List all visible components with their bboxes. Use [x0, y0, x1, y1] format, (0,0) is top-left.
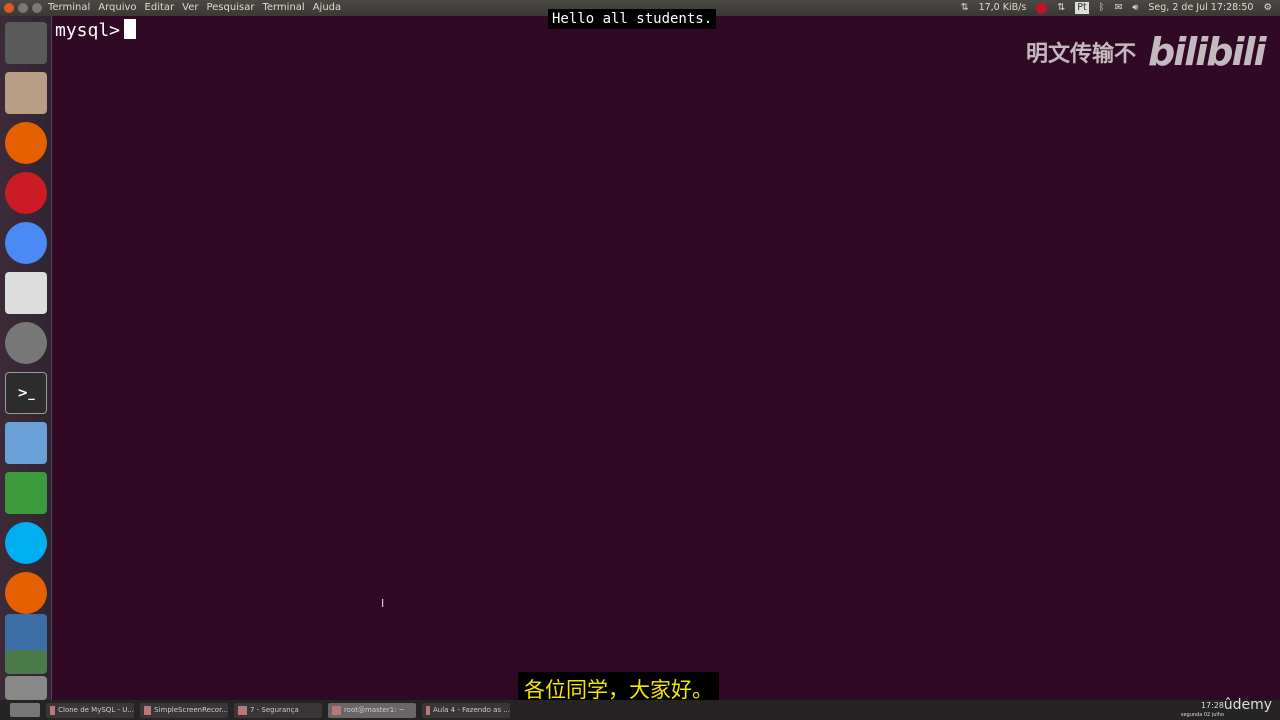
text-cursor [124, 19, 137, 39]
power-icon[interactable]: ⚙ [1263, 0, 1272, 16]
taskbar-item[interactable]: 7 - Segurança [234, 702, 322, 718]
terminal-prompt: mysql> [55, 19, 137, 41]
datetime[interactable]: Seg, 2 de Jul 17:28:50 [1148, 0, 1253, 16]
record-icon[interactable] [1036, 2, 1048, 14]
taskbar-clock: 17:28 segunda 02 julho [1181, 702, 1224, 719]
chrome-icon[interactable] [5, 222, 47, 264]
taskbar-item-label: 7 - Segurança [250, 706, 299, 714]
net-speed: 17,0 KiB/s [978, 2, 1027, 13]
app-icon [238, 705, 247, 715]
menu-editar[interactable]: Editar [145, 0, 175, 16]
clock-time: 17:28 [1200, 701, 1224, 710]
mail-icon[interactable]: ✉ [1114, 0, 1122, 16]
udemy-logo: ûdemy [1223, 697, 1272, 713]
text-editor-icon[interactable] [5, 272, 47, 314]
app-icon [332, 705, 341, 715]
menu-ver[interactable]: Ver [182, 0, 198, 16]
network-icon[interactable]: ⇅ [961, 0, 969, 16]
clock-date: segunda 02 julho [1180, 712, 1224, 718]
taskbar-item-label: Clone de MySQL - U... [58, 706, 134, 714]
watermark-text: 明文传输不 [1026, 42, 1137, 67]
maximize-window-button[interactable] [32, 3, 42, 13]
firefox-2-icon[interactable] [5, 572, 47, 614]
volume-icon[interactable]: 🔊︎ [1132, 0, 1138, 16]
opera-icon[interactable] [5, 172, 47, 214]
network-2-icon[interactable]: ⇅ [1057, 0, 1065, 16]
show-desktop-icon[interactable] [10, 703, 40, 717]
rhythmbox-icon[interactable] [5, 322, 47, 364]
subtitle-english: Hello all students. [548, 9, 717, 29]
terminal-icon[interactable]: >_ [5, 372, 47, 414]
menu-ajuda[interactable]: Ajuda [313, 0, 341, 16]
trash-icon[interactable] [5, 676, 47, 700]
menu-terminal[interactable]: Terminal [48, 0, 90, 16]
menu-bar: Terminal Arquivo Editar Ver Pesquisar Te… [48, 0, 341, 16]
taskbar-item[interactable]: Clone de MySQL - U... [46, 702, 134, 718]
watermark: 明文传输不 bilibili [1026, 30, 1267, 74]
taskbar-item[interactable]: SimpleScreenRecor... [140, 702, 228, 718]
launcher: >_ [0, 16, 52, 700]
taskbar-item-label: root@master1: ~ [344, 706, 405, 714]
mouse-ibeam-icon: I [381, 597, 385, 610]
indicator-area: ⇅ 17,0 KiB/s ⇅ Pt ᛒ ✉ 🔊︎ Seg, 2 de Jul 1… [961, 0, 1272, 16]
taskbar: Clone de MySQL - U... SimpleScreenRecor..… [0, 700, 1280, 720]
spreadsheet-icon[interactable] [5, 472, 47, 514]
bluetooth-icon[interactable]: ᛒ [1099, 0, 1105, 16]
keyboard-layout-icon[interactable]: Pt [1075, 2, 1089, 14]
image-viewer-icon[interactable] [5, 422, 47, 464]
menu-terminal-2[interactable]: Terminal [262, 0, 304, 16]
taskbar-item[interactable]: root@master1: ~ [328, 702, 416, 718]
skype-icon[interactable] [5, 522, 47, 564]
prompt-text: mysql> [55, 20, 121, 41]
app-icon [50, 705, 56, 715]
taskbar-item-label: SimpleScreenRecor... [154, 706, 228, 714]
app-icon [426, 705, 430, 715]
taskbar-item[interactable]: Aula 4 - Fazendo as ... [422, 702, 510, 718]
app-icon [144, 705, 152, 715]
ubuntu-dash-icon[interactable] [5, 22, 47, 64]
menu-arquivo[interactable]: Arquivo [98, 0, 136, 16]
taskbar-item-label: Aula 4 - Fazendo as ... [433, 706, 510, 714]
files-icon[interactable] [5, 72, 47, 114]
minimize-window-button[interactable] [18, 3, 28, 13]
menu-pesquisar[interactable]: Pesquisar [206, 0, 254, 16]
workspace-icon[interactable] [5, 650, 47, 674]
terminal-area[interactable]: mysql> [53, 16, 1280, 700]
firefox-icon[interactable] [5, 122, 47, 164]
close-window-button[interactable] [4, 3, 14, 13]
bilibili-logo: bilibili [1148, 30, 1267, 74]
